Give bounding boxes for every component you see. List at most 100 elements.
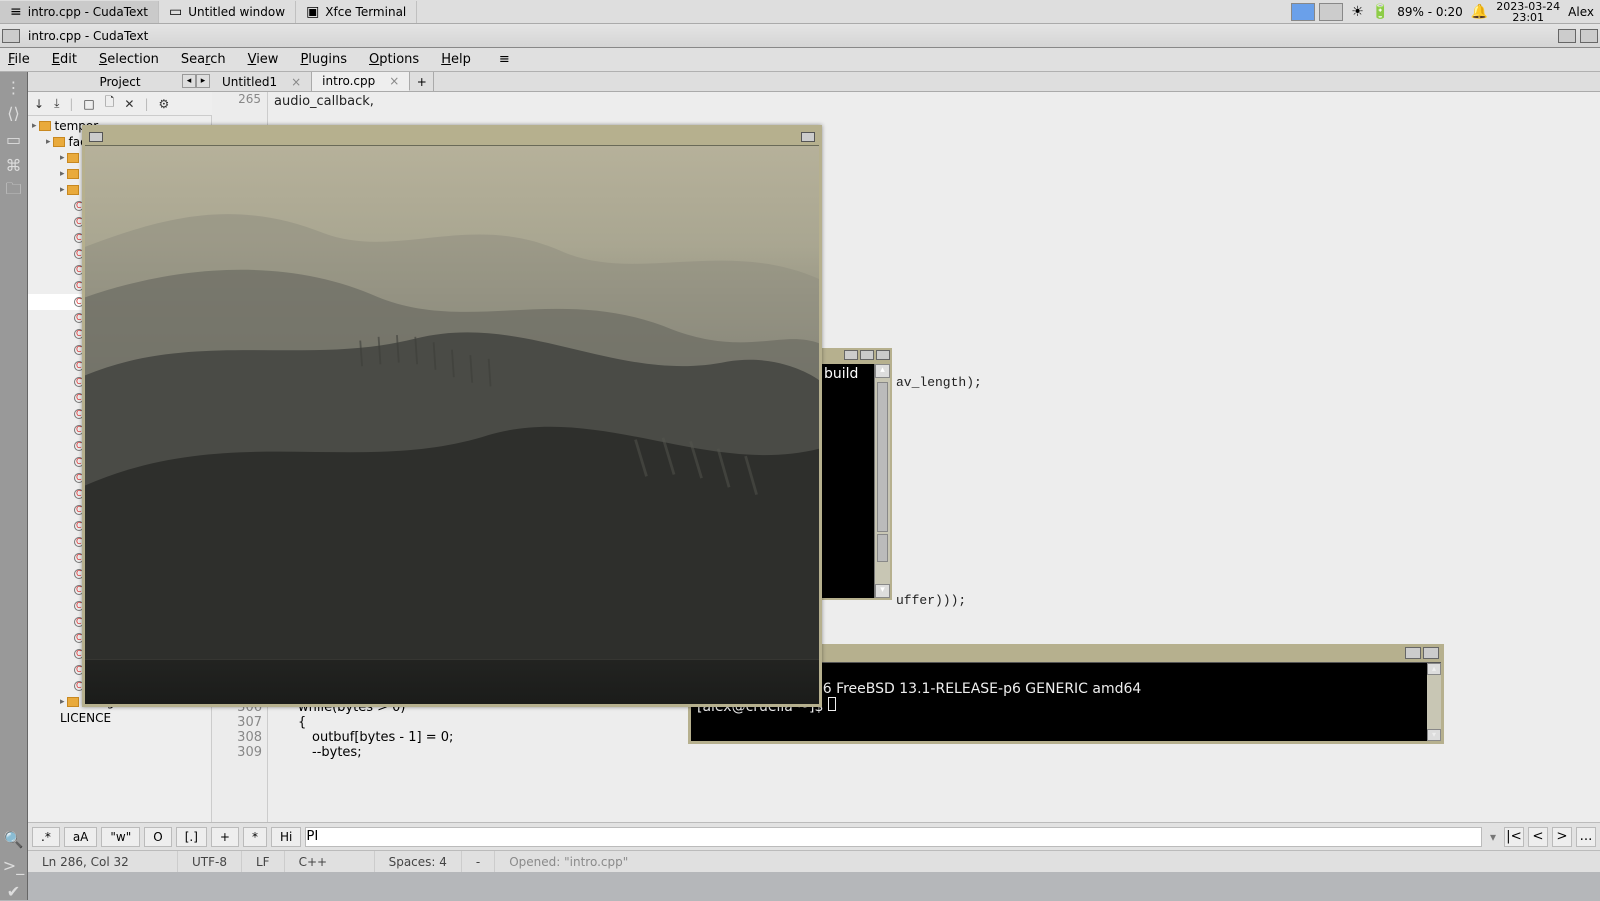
build-scrollbar[interactable]: ▴ ▾ (874, 364, 890, 598)
term-max-button[interactable] (1423, 647, 1439, 659)
find-opt-hi[interactable]: Hi (271, 827, 301, 847)
tab-intro-cpp[interactable]: intro.cpp × (312, 72, 410, 91)
build-window[interactable]: build ▴ ▾ (820, 348, 892, 600)
project-header: Project ◂ ▸ (28, 72, 212, 92)
tags-icon[interactable]: ⌘ (5, 156, 23, 174)
window-menu-button[interactable] (2, 29, 20, 43)
render-window[interactable] (82, 125, 822, 707)
rail-handle-icon[interactable]: ⋮ (5, 78, 23, 96)
maximize-button[interactable] (1580, 29, 1598, 43)
scroll-down-icon[interactable]: ▾ (875, 584, 890, 598)
status-hint: Opened: "intro.cpp" (495, 851, 1600, 872)
tray-button-2[interactable] (1319, 3, 1343, 21)
taskbar-item-xfce-terminal[interactable]: ▣ Xfce Terminal (296, 1, 417, 23)
tree-file[interactable]: LICENCE (28, 710, 211, 726)
status-eol[interactable]: LF (242, 851, 285, 872)
close-tab-icon[interactable]: × (291, 75, 301, 89)
dropdown-icon[interactable]: ▾ (1486, 830, 1500, 844)
menu-help[interactable]: Help (441, 52, 471, 67)
find-opt-insel[interactable]: [.] (176, 827, 207, 847)
scroll-thumb[interactable] (877, 534, 888, 562)
clock[interactable]: 2023-03-24 23:01 (1496, 1, 1560, 23)
find-input[interactable] (305, 827, 1482, 847)
find-next-button[interactable]: > (1552, 827, 1572, 847)
project-prev-button[interactable]: ◂ (182, 74, 196, 88)
tab-untitled1[interactable]: Untitled1 × (212, 72, 312, 91)
output-icon[interactable]: ✔ (5, 882, 23, 900)
proj-btn-save[interactable]: ⤓ (54, 96, 59, 111)
build-max-button[interactable] (876, 350, 890, 360)
find-opt-plus[interactable]: + (211, 827, 239, 847)
project-next-button[interactable]: ▸ (196, 74, 210, 88)
find-first-button[interactable]: |< (1504, 827, 1524, 847)
proj-btn-open[interactable]: ↓ (34, 97, 44, 111)
console-icon[interactable]: >_ (5, 856, 23, 874)
proj-btn-settings[interactable]: ⚙ (159, 97, 170, 111)
folder-icon[interactable]: 🗀 (5, 182, 23, 200)
tray-button-1[interactable] (1291, 3, 1315, 21)
status-position[interactable]: Ln 286, Col 32 (28, 851, 178, 872)
term-min-button[interactable] (1405, 647, 1421, 659)
notification-icon[interactable]: 🔔 (1471, 4, 1488, 20)
status-language[interactable]: C++ (285, 851, 375, 872)
menu-plugins[interactable]: Plugins (300, 52, 347, 67)
disclosure-icon[interactable]: ▸ (60, 169, 65, 179)
scroll-up-icon[interactable]: ▴ (1427, 663, 1441, 675)
menu-file[interactable]: File (8, 52, 30, 67)
menu-view[interactable]: View (248, 52, 279, 67)
hamburger-icon[interactable]: ≡ (499, 52, 510, 67)
folder-icon (53, 137, 65, 147)
find-opt-regex[interactable]: .* (32, 827, 60, 847)
disclosure-icon[interactable]: ▸ (60, 697, 65, 707)
search-icon[interactable]: 🔍 (5, 830, 23, 848)
taskbar-item-cudatext[interactable]: ≡ intro.cpp - CudaText (0, 1, 159, 23)
proj-btn-folder[interactable]: □ (83, 97, 94, 111)
proj-btn-remove[interactable]: ✕ (124, 97, 134, 111)
find-opt-wrap[interactable]: O (144, 827, 171, 847)
menu-search[interactable]: Search (181, 52, 226, 67)
folder-icon (67, 153, 79, 163)
scroll-thumb[interactable] (877, 382, 888, 532)
code-fragment: av_length); (896, 375, 982, 390)
code-panel-icon[interactable]: ⟨⟩ (5, 104, 23, 122)
menu-edit[interactable]: Edit (52, 52, 77, 67)
find-opt-word[interactable]: "w" (101, 827, 140, 847)
menu-options[interactable]: Options (369, 52, 419, 67)
build-mid-button[interactable] (860, 350, 874, 360)
editor-titlebar[interactable]: intro.cpp - CudaText (0, 24, 1600, 48)
menu-selection[interactable]: Selection (99, 52, 159, 67)
code-fragment: uffer))); (896, 593, 966, 608)
project-toolbar: ↓ ⤓ | □ 🗋 ✕ | ⚙ (28, 92, 212, 116)
user-label[interactable]: Alex (1568, 5, 1594, 19)
tab-label: Untitled1 (222, 75, 277, 89)
project-panel-icon[interactable]: ▭ (5, 130, 23, 148)
render-max-button[interactable] (801, 132, 815, 142)
disclosure-icon[interactable]: ▸ (60, 153, 65, 163)
disclosure-icon[interactable]: ▸ (60, 185, 65, 195)
find-opt-case[interactable]: aA (64, 827, 98, 847)
minimize-button[interactable] (1558, 29, 1576, 43)
status-encoding[interactable]: UTF-8 (178, 851, 242, 872)
proj-btn-file[interactable]: 🗋 (105, 93, 115, 114)
disclosure-icon[interactable]: ▸ (46, 137, 51, 147)
close-tab-icon[interactable]: × (389, 74, 399, 88)
code-line: audio_callback, (274, 94, 1594, 109)
system-panel: ≡ intro.cpp - CudaText ▭ Untitled window… (0, 0, 1600, 24)
render-titlebar[interactable] (85, 128, 819, 146)
taskbar-item-untitled-window[interactable]: ▭ Untitled window (159, 1, 296, 23)
terminal-scrollbar[interactable]: ▴ ▾ (1427, 663, 1441, 741)
scroll-down-icon[interactable]: ▾ (1427, 729, 1441, 741)
find-more-button[interactable]: ... (1576, 827, 1596, 847)
scroll-up-icon[interactable]: ▴ (875, 364, 890, 378)
render-sys-button[interactable] (89, 132, 103, 142)
find-opt-multi[interactable]: * (243, 827, 267, 847)
disclosure-icon[interactable]: ▸ (32, 121, 37, 131)
window-icon: ▭ (169, 4, 182, 20)
line-number: 308 (212, 730, 268, 745)
build-min-button[interactable] (844, 350, 858, 360)
find-prev-button[interactable]: < (1528, 827, 1548, 847)
new-tab-button[interactable]: + (410, 72, 434, 91)
sidebar-icon-rail: ⋮ ⟨⟩ ▭ ⌘ 🗀 🔍 >_ ✔ (0, 72, 28, 900)
tab-label: intro.cpp (322, 74, 375, 88)
status-spaces[interactable]: Spaces: 4 (375, 851, 462, 872)
